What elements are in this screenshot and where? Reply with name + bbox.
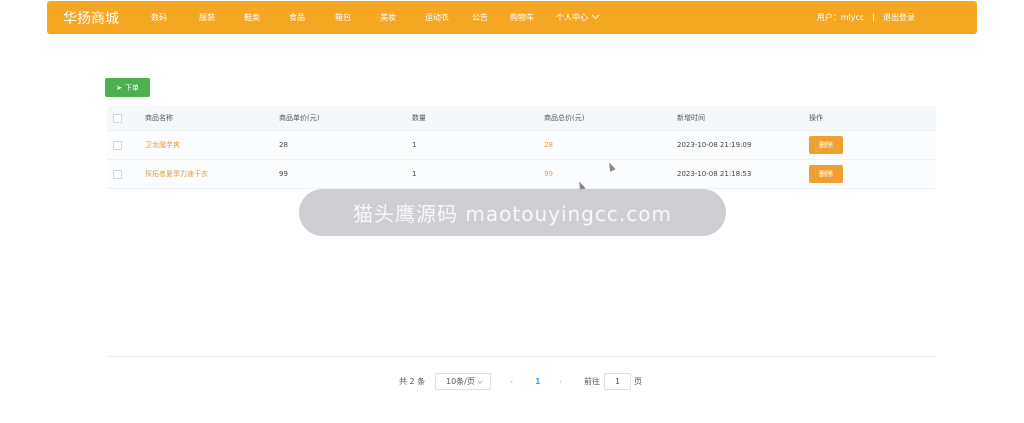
table-row: 探拓者夏季力速干衣 99 1 99 2023-10-08 21:18:53 删除	[107, 160, 936, 189]
quantity: 1	[412, 141, 417, 149]
quantity: 1	[412, 170, 417, 178]
row-select-cell	[113, 160, 122, 188]
total-price: 99	[544, 170, 553, 178]
user-label: 用户：mlycc	[816, 13, 865, 22]
row-checkbox[interactable]	[113, 169, 122, 179]
user-separator: |	[872, 13, 875, 22]
total-price: 28	[544, 141, 553, 149]
table-row: 卫龙魔芋爽 28 1 28 2023-10-08 21:19:09 删除	[107, 131, 936, 160]
column-header-action: 操作	[809, 114, 823, 122]
page-size-select[interactable]: 10条/页	[435, 373, 491, 390]
delete-button[interactable]: 删除	[809, 165, 843, 183]
brand-logo-text[interactable]: 华扬商城	[63, 8, 119, 28]
added-time: 2023-10-08 21:19:09	[677, 141, 752, 149]
nav-personal-label: 个人中心	[556, 13, 588, 22]
nav-item-beauty[interactable]: 美妆	[380, 12, 396, 23]
nav-item-food[interactable]: 食品	[289, 12, 305, 23]
content-divider	[107, 356, 936, 357]
chevron-down-icon	[591, 11, 600, 20]
prev-page-button[interactable]: ‹	[510, 373, 513, 390]
product-name-link[interactable]: 探拓者夏季力速干衣	[145, 160, 208, 188]
select-all-checkbox[interactable]	[113, 113, 122, 123]
nav-item-cart[interactable]: 购物车	[510, 12, 534, 23]
page-number-current[interactable]: 1	[535, 373, 541, 390]
delete-button[interactable]: 删除	[809, 136, 843, 154]
goto-unit-label: 页	[634, 377, 642, 386]
nav-item-bags[interactable]: 箱包	[335, 12, 351, 23]
pagination: 共 2 条 10条/页 ‹ 1 › 前往 1 页	[0, 373, 1024, 390]
pagination-total: 共 2 条	[399, 377, 426, 386]
column-header-name: 商品名称	[145, 114, 173, 122]
column-header-quantity: 数量	[412, 114, 426, 122]
chevron-down-icon	[477, 378, 483, 384]
action-cell: 删除	[809, 160, 843, 188]
cart-table: 商品名称 商品单价(元) 数量 商品总价(元) 新增时间 操作 卫龙魔芋爽 28…	[107, 106, 936, 189]
unit-price: 28	[279, 141, 288, 149]
logout-link[interactable]: 退出登录	[883, 12, 915, 23]
nav-item-personal-center[interactable]: 个人中心	[556, 11, 600, 23]
column-header-price: 商品单价(元)	[279, 114, 320, 122]
row-select-cell	[113, 131, 122, 159]
nav-item-digital[interactable]: 数码	[151, 12, 167, 23]
select-all-cell	[113, 106, 122, 130]
table-header-row: 商品名称 商品单价(元) 数量 商品总价(元) 新增时间 操作	[107, 106, 936, 131]
user-area: 用户：mlycc | 退出登录	[817, 1, 915, 34]
place-order-label: 下单	[124, 83, 139, 92]
main-nav: 数码 服装 鞋类 食品 箱包 美妆 运动衣 公告 购物车 个人中心	[135, 11, 600, 23]
top-navbar: 华扬商城 数码 服装 鞋类 食品 箱包 美妆 运动衣 公告 购物车 个人中心 用…	[47, 1, 977, 34]
unit-price: 99	[279, 170, 288, 178]
goto-label: 前往	[584, 377, 600, 386]
goto-page-input[interactable]: 1	[604, 373, 631, 390]
page-size-value: 10条/页	[446, 377, 475, 386]
row-checkbox[interactable]	[113, 140, 122, 150]
nav-item-clothing[interactable]: 服装	[199, 12, 215, 23]
added-time: 2023-10-08 21:18:53	[677, 170, 752, 178]
nav-item-sportswear[interactable]: 运动衣	[425, 12, 449, 23]
column-header-total: 商品总价(元)	[544, 114, 585, 122]
product-name-link[interactable]: 卫龙魔芋爽	[145, 131, 180, 159]
action-cell: 删除	[809, 131, 843, 159]
send-icon: ➤	[116, 83, 122, 92]
place-order-button[interactable]: ➤ 下单	[105, 78, 150, 97]
watermark-overlay: 猫头鹰源码 maotouyingcc.com	[299, 189, 726, 236]
nav-item-notice[interactable]: 公告	[472, 12, 488, 23]
nav-item-shoes[interactable]: 鞋类	[244, 12, 260, 23]
next-page-button[interactable]: ›	[559, 373, 562, 390]
column-header-time: 新增时间	[677, 114, 705, 122]
